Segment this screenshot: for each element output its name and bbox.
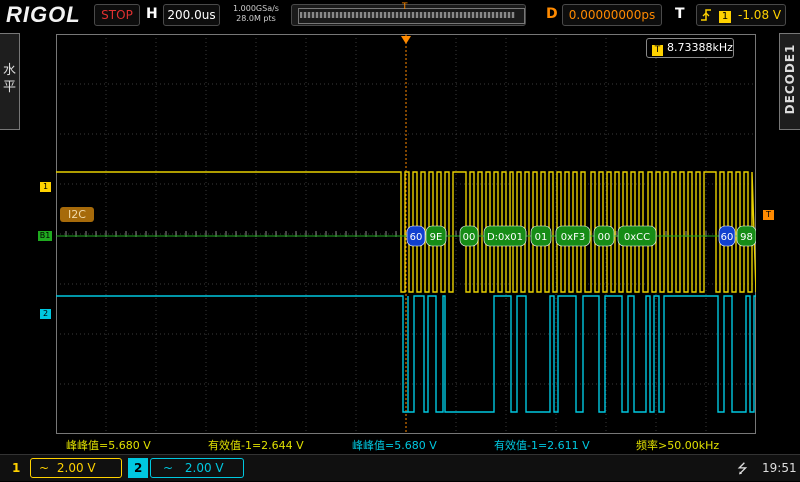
acquisition-info: 1.000GSa/s 28.0M pts: [226, 4, 286, 24]
frequency-value: 8.73388kHz: [667, 41, 733, 54]
ch2-offset-marker[interactable]: 2: [40, 309, 51, 319]
ch2-scale-box[interactable]: ~ 2.00 V: [150, 458, 244, 478]
ch1-number: 1: [12, 461, 21, 475]
rigol-logo: RIGOL: [6, 2, 81, 27]
decode-data-packet: D:0x01: [483, 225, 527, 247]
measurement-vpp-ch2: 峰峰值=5.680 V: [352, 439, 437, 452]
ch2-coupling-icon: ~: [163, 461, 174, 475]
usb-icon: ⭍: [737, 462, 748, 477]
ch1-scale: 2.00 V: [56, 461, 96, 475]
measurement-frequency: 频率>50.00kHz: [636, 439, 720, 452]
decode-packet-label: 01: [535, 232, 548, 243]
ch1-coupling-icon: ~: [39, 461, 50, 475]
decode-address-packet: 60: [406, 225, 426, 247]
memory-depth: 28.0M pts: [236, 14, 276, 23]
channel-status-bar: 1 ~ 2.00 V 2 ~ 2.00 V ⭍ 19:51: [0, 454, 800, 481]
trigger-settings[interactable]: 1 -1.08 V: [696, 4, 786, 26]
decode-packet-label: 9E: [430, 232, 443, 243]
trigger-label: T: [675, 6, 685, 22]
measurement-vrms-ch2: 有效值-1=2.611 V: [494, 439, 590, 452]
right-menu-tab[interactable]: DECODE1: [779, 33, 800, 130]
decode-data-packet: 98: [736, 225, 756, 247]
decode-packet-label: 0xCC: [624, 232, 650, 243]
measurement-vrms-ch1: 有效值-1=2.644 V: [208, 439, 304, 452]
decode-packet-label: 60: [410, 232, 423, 243]
ch2-number: 2: [134, 461, 143, 475]
horizontal-menu-label: 水平: [3, 63, 17, 95]
decode-data-packet: 9E: [425, 225, 447, 247]
run-stop-status[interactable]: STOP: [94, 4, 140, 26]
trigger-level-marker[interactable]: T: [763, 210, 774, 220]
sample-rate: 1.000GSa/s: [233, 4, 279, 13]
top-status-bar: RIGOL STOP H 200.0us 1.000GSa/s 28.0M pt…: [0, 0, 800, 30]
decode-data-packet: 00: [593, 225, 615, 247]
trigger-level: -1.08 V: [738, 8, 782, 22]
decode-protocol-tag: I2C: [60, 207, 94, 222]
decode-packet-label: 0xF3: [561, 232, 585, 243]
ch1-scale-box[interactable]: ~ 2.00 V: [30, 458, 122, 478]
trigger-position-marker: [401, 36, 411, 44]
decode-data-packet: 0xF3: [555, 225, 591, 247]
decode-packet-label: 00: [463, 232, 476, 243]
trigger-counter-icon: T: [652, 45, 663, 56]
decode-packet-label: 60: [721, 232, 734, 243]
trigger-edge-icon: [701, 9, 711, 21]
decode-data-packet: 0xCC: [617, 225, 657, 247]
decode-menu-label: DECODE1: [783, 43, 797, 115]
delay-value[interactable]: 0.00000000ps: [562, 4, 662, 26]
delay-label: D: [546, 6, 558, 22]
trigger-source: 1: [718, 11, 732, 23]
decode-packet-label: 98: [740, 232, 753, 243]
system-clock: 19:51: [762, 461, 797, 475]
decode-bus-marker[interactable]: B1: [38, 231, 52, 241]
decode-address-packet: 60: [718, 225, 736, 247]
ch1-offset-marker[interactable]: 1: [40, 182, 51, 192]
decode-packet-label: 00: [598, 232, 611, 243]
decode-data-packet: 01: [530, 225, 552, 247]
waveform-grid: 60 9E 00 D:0x01 01 0xF3 00 0xCC 60 98: [56, 34, 756, 434]
left-menu-tab[interactable]: 水平: [0, 33, 20, 130]
memory-trigger-marker: T: [402, 2, 408, 12]
memory-view-window: [298, 8, 525, 24]
memory-overview-strip[interactable]: T: [291, 2, 526, 26]
timebase-value[interactable]: 200.0us: [163, 4, 220, 26]
ch2-scale: 2.00 V: [184, 461, 224, 475]
decode-data-packet: 00: [459, 225, 479, 247]
measurement-vpp-ch1: 峰峰值=5.680 V: [66, 439, 151, 452]
decode-packet-label: D:0x01: [487, 232, 523, 243]
horizontal-label: H: [146, 6, 158, 22]
frequency-counter: T 8.73388kHz: [646, 38, 734, 58]
